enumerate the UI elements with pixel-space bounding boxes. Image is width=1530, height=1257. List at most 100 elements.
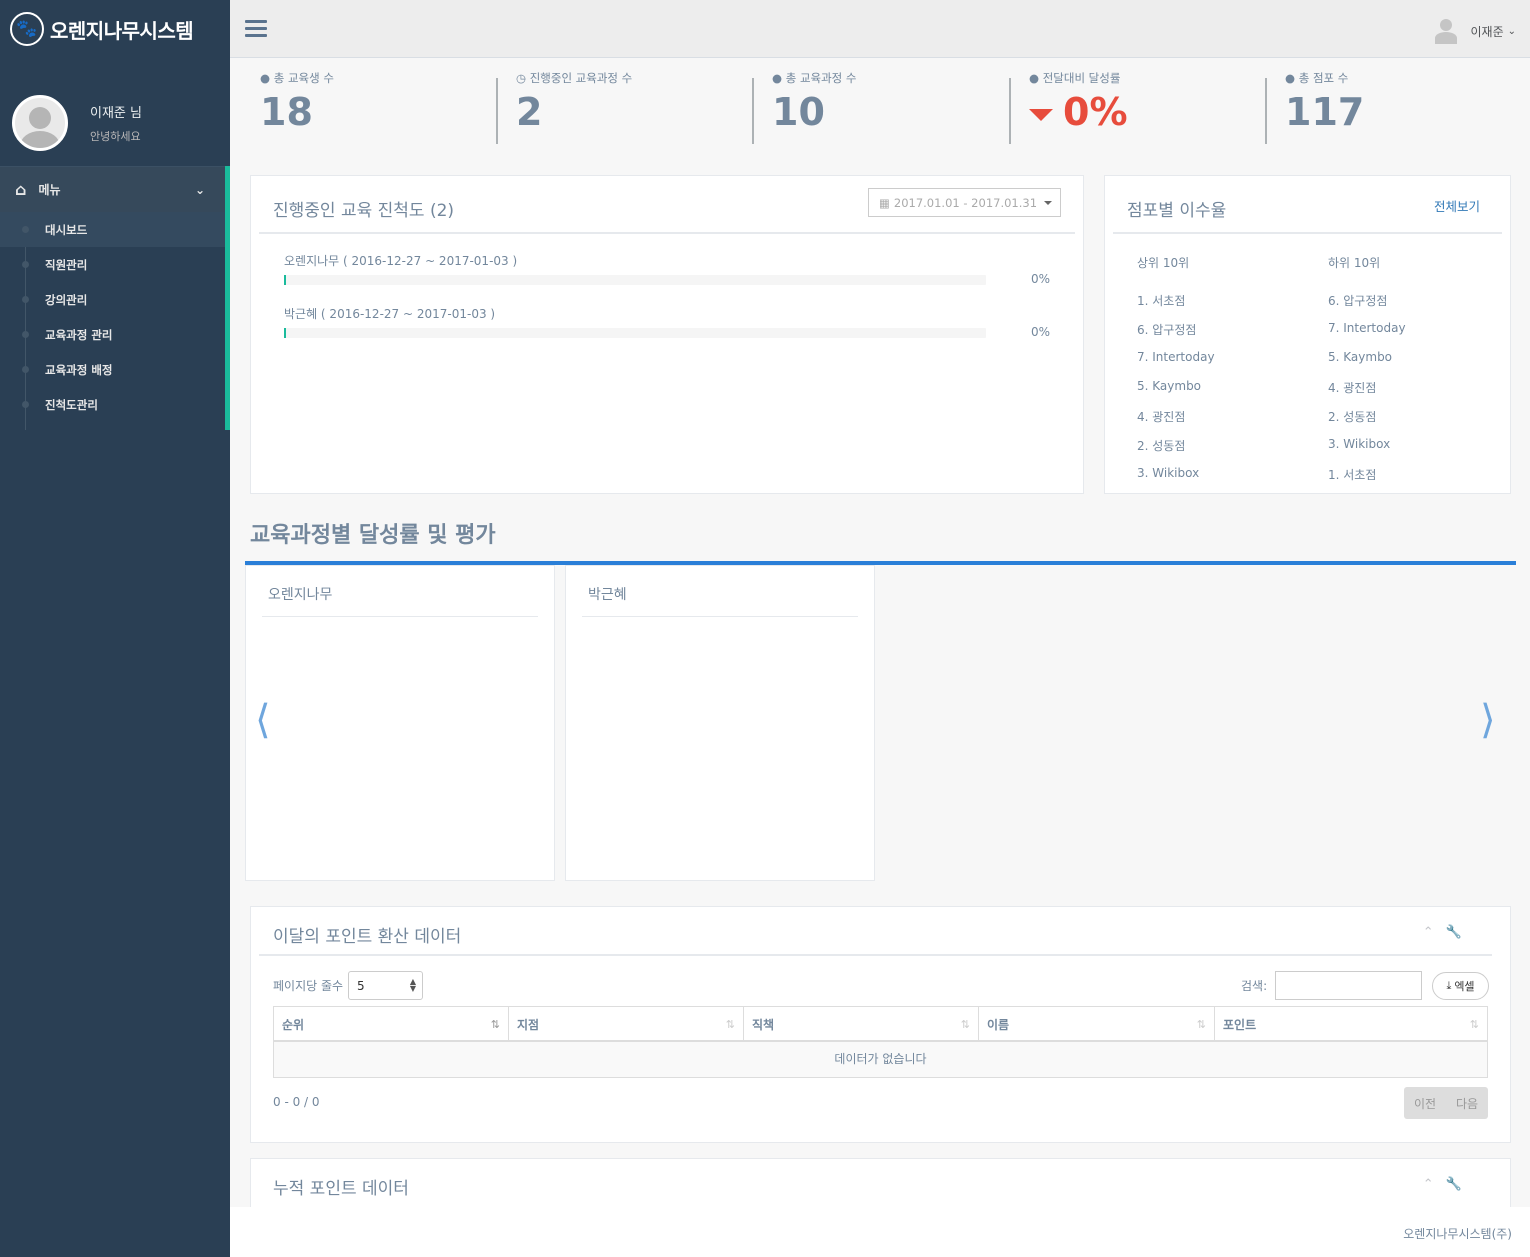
user-icon: ● bbox=[1285, 71, 1296, 85]
user-menu[interactable]: 이재준 ⌄ bbox=[1434, 18, 1516, 44]
chevron-down-icon: ⌄ bbox=[194, 182, 205, 197]
list-item: 3. Wikibox bbox=[1328, 437, 1391, 451]
sidebar-item-course-assign[interactable]: 교육과정 배정 bbox=[0, 352, 225, 387]
user-icon: ● bbox=[772, 71, 783, 85]
wrench-icon[interactable]: 🔧 bbox=[1446, 925, 1462, 940]
pagination: 이전 다음 bbox=[1404, 1087, 1488, 1119]
download-icon: ⤓ bbox=[1446, 979, 1452, 992]
tile-value: 18 bbox=[260, 90, 313, 134]
calendar-icon: ▦ bbox=[879, 195, 890, 210]
user-avatar-icon bbox=[1434, 18, 1458, 44]
progress-bar bbox=[284, 275, 986, 285]
updown-icon: ▲ ▼ bbox=[409, 977, 416, 993]
panel-title: 이달의 포인트 환산 데이터 bbox=[273, 927, 462, 947]
list-item: 1. 서초점 bbox=[1137, 294, 1186, 308]
points-table: 순위 ⇅ 지점 ⇅ 직책 ⇅ 이름 ⇅ 포인트 ⇅ 데이터가 없습니다 bbox=[273, 1006, 1488, 1078]
page-size-label: 페이지당 줄수 bbox=[273, 979, 344, 993]
profile: 이재준 님 안녕하세요 bbox=[0, 58, 230, 168]
column-header-rank[interactable]: 순위 ⇅ bbox=[274, 1007, 509, 1042]
footer: 오렌지나무시스템(주) bbox=[230, 1207, 1530, 1257]
list-item: 6. 압구정점 bbox=[1328, 294, 1388, 308]
panel-title: 점포별 이수율 bbox=[1127, 201, 1227, 221]
list-item: 1. 서초점 bbox=[1328, 468, 1377, 482]
tile-total-stores: ● 총 점포 수 117 bbox=[1285, 71, 1365, 134]
sort-icon: ⇅ bbox=[1196, 1018, 1206, 1031]
menu-toggle[interactable]: ⌂ 메뉴 ⌄ bbox=[0, 166, 225, 212]
home-icon: ⌂ bbox=[15, 180, 27, 199]
brand-title: 오렌지나무시스템 bbox=[50, 18, 194, 43]
avatar bbox=[12, 95, 68, 151]
column-header-branch[interactable]: 지점 ⇅ bbox=[509, 1007, 744, 1042]
caret-down-icon bbox=[1044, 200, 1053, 205]
list-item: 4. 광진점 bbox=[1328, 381, 1377, 395]
sort-icon: ⇅ bbox=[960, 1018, 970, 1031]
brand[interactable]: 🐾 오렌지나무시스템 bbox=[0, 0, 230, 58]
tile-value: 117 bbox=[1285, 90, 1365, 134]
view-all-link[interactable]: 전체보기 bbox=[1434, 196, 1480, 215]
bottom-ranking-header: 하위 10위 bbox=[1328, 256, 1381, 270]
card-title: 오렌지나무 bbox=[268, 587, 333, 603]
search-input[interactable] bbox=[1275, 971, 1422, 1000]
progress-label: 박근혜 ( 2016-12-27 ~ 2017-01-03 ) bbox=[284, 307, 496, 321]
panel-title: 누적 포인트 데이터 bbox=[273, 1179, 409, 1199]
clock-icon: ◷ bbox=[516, 71, 527, 85]
sort-icon: ⇅ bbox=[1469, 1018, 1479, 1031]
paw-icon: 🐾 bbox=[10, 12, 44, 46]
carousel-next-icon[interactable]: ⟩ bbox=[1480, 700, 1496, 740]
course-card[interactable]: 오렌지나무 bbox=[245, 565, 555, 881]
tile-value: 10 bbox=[772, 90, 825, 134]
list-item: 7. Intertoday bbox=[1328, 321, 1406, 335]
search-label: 검색: bbox=[1241, 979, 1268, 993]
sidebar-item-lectures[interactable]: 강의관리 bbox=[0, 282, 225, 317]
tile-achievement-rate: ● 전달대비 달성률 0% bbox=[1029, 71, 1128, 134]
profile-greeting: 안녕하세요 bbox=[90, 130, 141, 143]
wrench-icon[interactable]: 🔧 bbox=[1446, 1177, 1462, 1192]
user-icon: ● bbox=[260, 71, 271, 85]
card-title: 박근혜 bbox=[588, 587, 627, 603]
sidebar-item-progress[interactable]: 진척도관리 bbox=[0, 387, 225, 422]
tile-active-courses: ◷ 진행중인 교육과정 수 2 bbox=[516, 71, 633, 134]
next-button[interactable]: 다음 bbox=[1456, 1095, 1478, 1112]
date-range-picker[interactable]: ▦ 2017.01.01 - 2017.01.31 bbox=[868, 188, 1061, 217]
collapse-icon[interactable]: ⌃ bbox=[1423, 925, 1434, 940]
sort-icon: ⇅ bbox=[725, 1018, 735, 1031]
panel-title: 진행중인 교육 진척도 (2) bbox=[273, 201, 455, 221]
list-item: 6. 압구정점 bbox=[1137, 323, 1197, 337]
progress-panel: 진행중인 교육 진척도 (2) ▦ 2017.01.01 - 2017.01.3… bbox=[250, 175, 1084, 494]
sidebar-item-courses[interactable]: 교육과정 관리 bbox=[0, 317, 225, 352]
section-title: 교육과정별 달성률 및 평가 bbox=[250, 523, 496, 548]
course-card[interactable]: 박근혜 bbox=[565, 565, 875, 881]
list-item: 5. Kaymbo bbox=[1328, 350, 1393, 364]
user-icon: ● bbox=[1029, 71, 1040, 85]
tile-total-students: ● 총 교육생 수 18 bbox=[260, 71, 334, 134]
list-item: 4. 광진점 bbox=[1137, 410, 1186, 424]
list-item: 5. Kaymbo bbox=[1137, 379, 1202, 393]
sidebar-item-staff[interactable]: 직원관리 bbox=[0, 247, 225, 282]
progress-percent: 0% bbox=[1031, 272, 1051, 286]
tile-value: 2 bbox=[516, 90, 543, 134]
list-item: 7. Intertoday bbox=[1137, 350, 1215, 364]
page-size-select[interactable]: 5 ▲ ▼ bbox=[348, 971, 423, 1000]
top-ranking-list: 상위 10위 1. 서초점 6. 압구정점 7. Intertoday 5. K… bbox=[1137, 254, 1215, 495]
prev-button[interactable]: 이전 bbox=[1414, 1095, 1436, 1112]
sidebar: 🐾 오렌지나무시스템 이재준 님 안녕하세요 ⌂ 메뉴 ⌄ 대시보드 직원관리 … bbox=[0, 0, 230, 1257]
column-header-name[interactable]: 이름 ⇅ bbox=[979, 1007, 1215, 1042]
table-info: 0 - 0 / 0 bbox=[273, 1095, 320, 1109]
menu-header-label: 메뉴 bbox=[38, 183, 61, 197]
bottom-ranking-list: 하위 10위 6. 압구정점 7. Intertoday 5. Kaymbo 4… bbox=[1328, 254, 1406, 495]
points-panel: 이달의 포인트 환산 데이터 ⌃ 🔧 페이지당 줄수 5 ▲ ▼ 검색: ⤓ 엑셀… bbox=[250, 906, 1511, 1143]
top-ranking-header: 상위 10위 bbox=[1137, 256, 1190, 270]
profile-name: 이재준 님 bbox=[90, 106, 142, 121]
carousel-prev-icon[interactable]: ⟨ bbox=[255, 700, 271, 740]
column-header-position[interactable]: 직책 ⇅ bbox=[744, 1007, 979, 1042]
hamburger-icon[interactable] bbox=[245, 20, 267, 41]
sort-asc-icon: ⇅ bbox=[490, 1018, 500, 1031]
progress-percent: 0% bbox=[1031, 325, 1051, 339]
collapse-icon[interactable]: ⌃ bbox=[1423, 1177, 1434, 1192]
top-nav: 이재준 ⌄ bbox=[230, 0, 1530, 58]
column-header-points[interactable]: 포인트 ⇅ bbox=[1215, 1007, 1487, 1042]
excel-download-button[interactable]: ⤓ 엑셀 bbox=[1432, 972, 1489, 1000]
footer-text: 오렌지나무시스템(주) bbox=[1403, 1227, 1512, 1241]
sidebar-item-dashboard[interactable]: 대시보드 bbox=[0, 212, 225, 247]
submenu: 대시보드 직원관리 강의관리 교육과정 관리 교육과정 배정 진척도관리 bbox=[0, 212, 225, 422]
